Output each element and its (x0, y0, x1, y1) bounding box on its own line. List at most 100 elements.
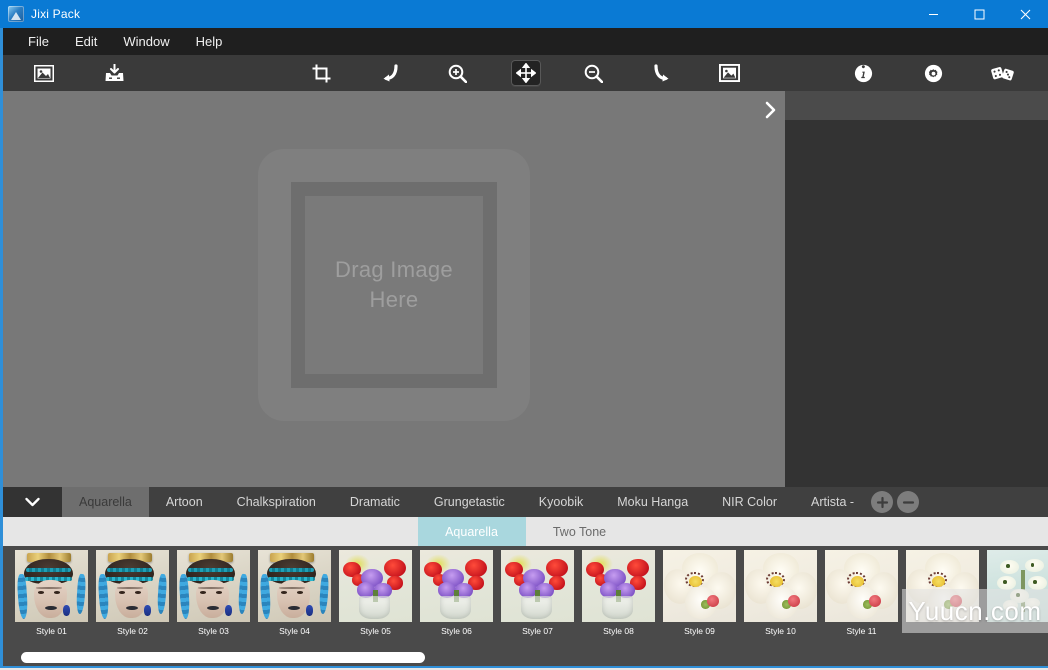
drop-zone-label: Drag Image Here (335, 257, 453, 312)
menu-item-edit[interactable]: Edit (62, 30, 110, 53)
thumbnail-image (15, 550, 88, 622)
preview-panel-body (785, 120, 1048, 487)
menu-item-file[interactable]: File (15, 30, 62, 53)
thumbnail-item[interactable]: Style 03 (177, 550, 250, 636)
redo-icon[interactable] (647, 60, 677, 86)
toolbar-left-group (3, 60, 129, 86)
window-title: Jixi Pack (31, 7, 81, 21)
thumbnail-label: Style 06 (441, 626, 472, 636)
application-window: Jixi Pack File Edit Window Help Drag Ima… (0, 0, 1048, 670)
window-controls (910, 0, 1048, 28)
thumbnail-image (420, 550, 493, 622)
thumbnail-item[interactable]: Style 07 (501, 550, 574, 636)
undo-icon[interactable] (375, 60, 405, 86)
move-icon[interactable] (510, 60, 541, 86)
title-bar: Jixi Pack (0, 0, 1048, 28)
dice-icon[interactable] (988, 60, 1018, 86)
thumbnail-image (501, 550, 574, 622)
zoom-in-icon[interactable] (443, 60, 473, 86)
thumbnail-label: Style 03 (198, 626, 229, 636)
toolbar-right-group (848, 60, 1018, 86)
thumbnail-label: Style 02 (117, 626, 148, 636)
tab-kyoobik[interactable]: Kyoobik (521, 487, 601, 517)
thumbnail-label: Style 11 (846, 626, 877, 636)
zoom-out-icon[interactable] (579, 60, 609, 86)
drop-zone-inner: Drag Image Here (305, 196, 483, 374)
thumbnail-scrollbar[interactable] (0, 649, 1048, 668)
thumbnail-image (663, 550, 736, 622)
subtab-two-tone[interactable]: Two Tone (526, 517, 634, 546)
sub-tab-spacer-right (634, 517, 1048, 546)
thumbnail-image (96, 550, 169, 622)
save-image-icon[interactable] (99, 60, 129, 86)
thumbnail-item[interactable]: Style 11 (825, 550, 898, 636)
thumbnail-image (906, 550, 979, 622)
chevron-right-icon[interactable] (759, 97, 781, 123)
close-button[interactable] (1002, 0, 1048, 28)
thumbnail-label: Style 07 (522, 626, 553, 636)
style-thumbnail-strip[interactable]: Style 01 Style 02 Style 03 Style 04 Styl… (0, 546, 1048, 649)
preview-panel-header (785, 91, 1048, 120)
preview-panel (785, 91, 1048, 487)
menu-item-help[interactable]: Help (183, 30, 236, 53)
tab-chalkspiration[interactable]: Chalkspiration (219, 487, 333, 517)
drop-zone[interactable]: Drag Image Here (258, 149, 530, 421)
main-toolbar (0, 55, 1048, 91)
menu-item-window[interactable]: Window (110, 30, 182, 53)
thumbnail-image (339, 550, 412, 622)
thumbnail-item[interactable]: Style 10 (744, 550, 817, 636)
tab-bar-spacer (923, 487, 1048, 517)
app-logo-icon (8, 6, 24, 22)
thumbnail-image (582, 550, 655, 622)
fit-image-icon[interactable] (715, 60, 745, 86)
tab-moku-hanga[interactable]: Moku Hanga (600, 487, 706, 517)
thumbnail-image (258, 550, 331, 622)
maximize-button[interactable] (956, 0, 1002, 28)
title-bar-left: Jixi Pack (0, 6, 80, 22)
thumbnail-item[interactable]: Style 05 (339, 550, 412, 636)
thumbnail-item[interactable]: Style 02 (96, 550, 169, 636)
toolbar-center-group (307, 60, 745, 86)
subtab-aquarella[interactable]: Aquarella (417, 517, 526, 546)
tab-nir-color[interactable]: NIR Color (705, 487, 795, 517)
thumbnail-image (177, 550, 250, 622)
remove-preset-button[interactable] (897, 491, 920, 513)
tab-artista[interactable]: Artista - (794, 487, 872, 517)
thumbnail-item[interactable]: Style 06 (420, 550, 493, 636)
thumbnail-label: Style 08 (603, 626, 634, 636)
thumbnail-item[interactable]: Style 01 (15, 550, 88, 636)
thumbnail-label: Style 04 (279, 626, 310, 636)
info-icon[interactable] (848, 60, 878, 86)
thumbnail-label: Style 05 (360, 626, 391, 636)
sub-tab-spacer-left (3, 517, 418, 546)
scrollbar-thumb[interactable] (21, 652, 425, 663)
sub-tab-bar: Aquarella Two Tone (0, 517, 1048, 546)
tab-grungetastic[interactable]: Grungetastic (416, 487, 522, 517)
scrollbar-track[interactable] (7, 652, 1044, 663)
tab-aquarella[interactable]: Aquarella (62, 487, 149, 517)
thumbnail-image (987, 550, 1048, 622)
thumbnail-image (825, 550, 898, 622)
open-image-icon[interactable] (29, 60, 59, 86)
image-canvas[interactable]: Drag Image Here (3, 91, 785, 487)
thumbnail-item[interactable]: Style 09 (663, 550, 736, 636)
thumbnail-item[interactable]: Style 08 (582, 550, 655, 636)
crop-icon[interactable] (307, 60, 337, 86)
chevron-down-icon[interactable] (3, 487, 62, 517)
thumbnail-item[interactable] (906, 550, 979, 626)
add-preset-button[interactable] (871, 491, 894, 513)
settings-icon[interactable] (918, 60, 948, 86)
drop-zone-frame: Drag Image Here (291, 182, 497, 388)
thumbnail-image (744, 550, 817, 622)
thumbnail-label: Style 01 (36, 626, 67, 636)
thumbnail-item[interactable] (987, 550, 1048, 626)
thumbnail-label: Style 09 (684, 626, 715, 636)
tab-artoon[interactable]: Artoon (148, 487, 220, 517)
tab-dramatic[interactable]: Dramatic (332, 487, 417, 517)
work-area: Drag Image Here (0, 91, 1048, 487)
thumbnail-item[interactable]: Style 04 (258, 550, 331, 636)
minimize-button[interactable] (910, 0, 956, 28)
thumbnail-label: Style 10 (765, 626, 796, 636)
preset-tab-bar: Aquarella Artoon Chalkspiration Dramatic… (0, 487, 1048, 517)
menu-bar: File Edit Window Help (0, 28, 1048, 55)
